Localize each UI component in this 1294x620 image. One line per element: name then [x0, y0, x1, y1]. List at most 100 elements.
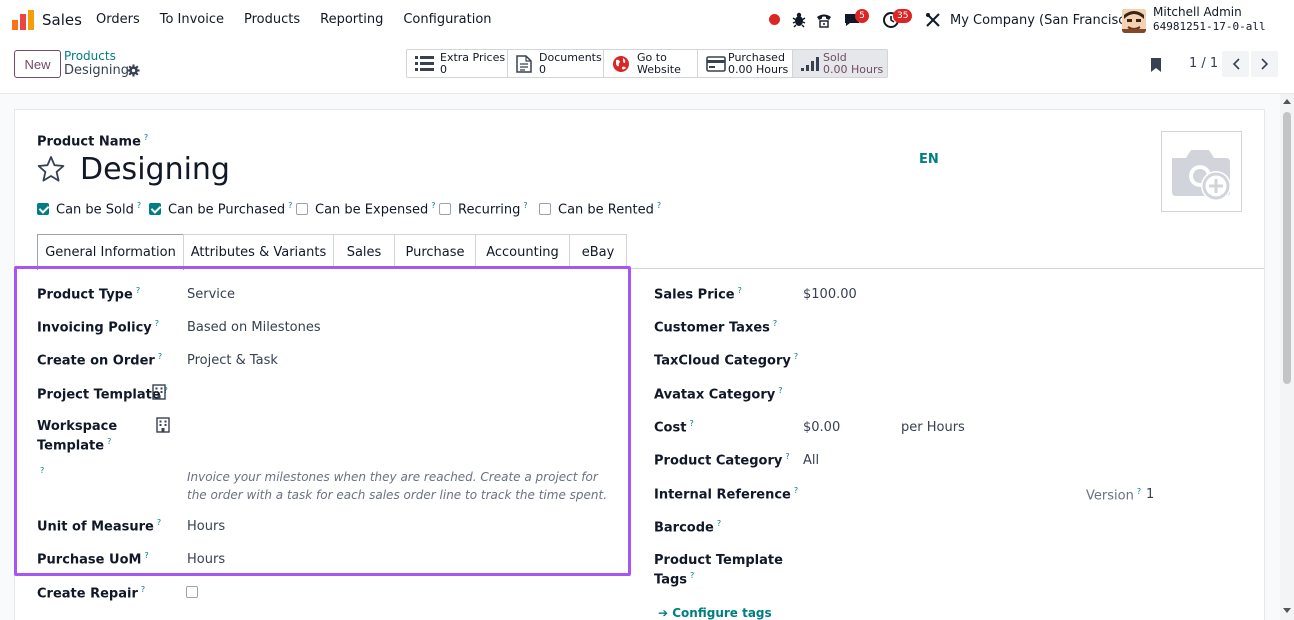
product-category-label: Product Category?: [654, 452, 790, 469]
workspace-template-label-line2: Template?: [37, 437, 112, 454]
pager-previous-button[interactable]: [1222, 51, 1249, 77]
documents-button[interactable]: Documents 0: [508, 50, 604, 77]
go-to-website-button[interactable]: Go to Website: [604, 50, 698, 77]
tab-sales[interactable]: Sales: [333, 234, 395, 269]
purchase-uom-label: Purchase UoM?: [37, 551, 149, 568]
product-image-upload[interactable]: [1161, 131, 1242, 212]
create-repair-checkbox[interactable]: [186, 586, 198, 598]
sold-hours: 0.00 Hours: [823, 63, 884, 76]
version-field[interactable]: 1: [1146, 487, 1154, 502]
pager-next-button[interactable]: [1251, 51, 1278, 77]
menu-orders[interactable]: Orders: [96, 12, 140, 27]
database-name: 64981251-17-0-all: [1153, 20, 1266, 33]
can-be-sold-label: Can be Sold?: [56, 201, 142, 218]
pager-value[interactable]: 1 / 1: [1189, 56, 1218, 71]
tab-ebay[interactable]: eBay: [569, 234, 627, 269]
cost-unit: per Hours: [901, 420, 965, 435]
phone-icon[interactable]: [815, 11, 833, 29]
company-switcher[interactable]: My Company (San Francisco): [950, 13, 1138, 28]
can-be-purchased-checkbox[interactable]: [149, 203, 161, 215]
product-type-field[interactable]: Service: [187, 287, 235, 302]
bookmark-icon[interactable]: [1150, 57, 1162, 73]
messages-badge: 5: [855, 9, 869, 23]
invoicing-policy-label: Invoicing Policy?: [37, 319, 160, 336]
building-icon[interactable]: [156, 417, 170, 433]
building-icon[interactable]: [152, 384, 166, 400]
tools-icon[interactable]: [924, 11, 942, 29]
menu-to-invoice[interactable]: To Invoice: [160, 12, 224, 27]
sales-price-label: Sales Price?: [654, 286, 742, 303]
tab-attributes-variants[interactable]: Attributes & Variants: [183, 234, 334, 269]
notebook-tabs: General Information Attributes & Variant…: [15, 234, 1264, 270]
language-button[interactable]: EN: [919, 152, 939, 167]
product-name-input[interactable]: Designing: [80, 152, 230, 187]
documents-count: 0: [539, 63, 546, 76]
signal-bars-icon: [801, 57, 819, 71]
menu-products[interactable]: Products: [244, 12, 300, 27]
new-button[interactable]: New: [14, 50, 61, 78]
invoicing-policy-field[interactable]: Based on Milestones: [187, 320, 321, 335]
extra-prices-button[interactable]: Extra Prices 0: [407, 50, 508, 77]
breadcrumb-parent[interactable]: Products: [64, 49, 116, 63]
project-template-label: Project Template?: [37, 386, 168, 403]
sales-app-icon[interactable]: [12, 10, 34, 30]
recurring-checkbox[interactable]: [439, 203, 451, 215]
scroll-up-arrow[interactable]: [1283, 99, 1291, 104]
website-label: Website: [637, 63, 681, 76]
app-name[interactable]: Sales: [42, 11, 82, 29]
create-on-order-field[interactable]: Project & Task: [187, 353, 278, 368]
can-be-expensed-label: Can be Expensed?: [315, 201, 436, 218]
configure-tags-link[interactable]: ➔ Configure tags: [658, 606, 772, 620]
recording-indicator-icon[interactable]: [769, 14, 780, 25]
smart-buttons: Extra Prices 0 Documents 0 Go to Website: [406, 49, 888, 78]
can-be-expensed-checkbox[interactable]: [296, 203, 308, 215]
barcode-label: Barcode?: [654, 519, 722, 536]
product-template-tags-label-line1: Product Template: [654, 553, 783, 568]
version-label: Version?: [1086, 487, 1142, 504]
list-icon: [415, 56, 434, 71]
control-panel: New Products Designing Extra Prices 0 Do…: [0, 40, 1294, 94]
credit-card-icon: [706, 56, 726, 72]
scroll-down-arrow[interactable]: [1283, 608, 1291, 613]
product-name-label: Product Name?: [37, 133, 149, 150]
document-icon: [516, 55, 532, 73]
main-menu: Orders To Invoice Products Reporting Con…: [96, 12, 512, 27]
can-be-rented-checkbox[interactable]: [539, 203, 551, 215]
create-on-order-label: Create on Order?: [37, 352, 163, 369]
scroll-thumb[interactable]: [1283, 112, 1291, 384]
tab-accounting[interactable]: Accounting: [475, 234, 570, 269]
workspace-template-label-line1: Workspace: [37, 419, 118, 434]
tab-purchase[interactable]: Purchase: [394, 234, 476, 269]
user-name[interactable]: Mitchell Admin: [1153, 5, 1242, 19]
sales-price-field[interactable]: $100.00: [803, 287, 857, 302]
product-category-field[interactable]: All: [803, 453, 819, 468]
camera-add-icon: [1172, 150, 1231, 201]
unit-of-measure-label: Unit of Measure?: [37, 518, 162, 535]
product-template-tags-label-line2: Tags?: [654, 571, 695, 588]
can-be-purchased-label: Can be Purchased?: [168, 201, 293, 218]
gear-icon[interactable]: [127, 64, 140, 77]
avatax-category-label: Avatax Category?: [654, 386, 783, 403]
menu-configuration[interactable]: Configuration: [403, 12, 491, 27]
cost-label: Cost?: [654, 419, 694, 436]
menu-reporting[interactable]: Reporting: [320, 12, 383, 27]
invoicing-help-note: Invoice your milestones when they are re…: [187, 470, 608, 502]
cost-field[interactable]: $0.00: [803, 420, 840, 435]
purchase-uom-field[interactable]: Hours: [187, 552, 225, 567]
sold-button[interactable]: Sold 0.00 Hours: [793, 50, 887, 77]
unit-of-measure-field[interactable]: Hours: [187, 519, 225, 534]
tab-general-information[interactable]: General Information: [37, 234, 184, 270]
top-navbar: Sales Orders To Invoice Products Reporti…: [0, 0, 1294, 40]
purchased-button[interactable]: Purchased 0.00 Hours: [698, 50, 793, 77]
recurring-label: Recurring?: [458, 201, 528, 218]
can-be-sold-checkbox[interactable]: [37, 203, 49, 215]
can-be-rented-label: Can be Rented?: [558, 201, 662, 218]
star-icon[interactable]: [37, 155, 65, 183]
page-scrollbar[interactable]: [1280, 94, 1294, 620]
chevron-left-icon: [1232, 58, 1240, 70]
chevron-right-icon: [1260, 58, 1268, 70]
internal-reference-label: Internal Reference?: [654, 486, 799, 503]
help-tooltip-marker[interactable]: ?: [40, 466, 44, 475]
user-avatar[interactable]: [1122, 9, 1146, 33]
bug-icon[interactable]: [790, 11, 808, 29]
